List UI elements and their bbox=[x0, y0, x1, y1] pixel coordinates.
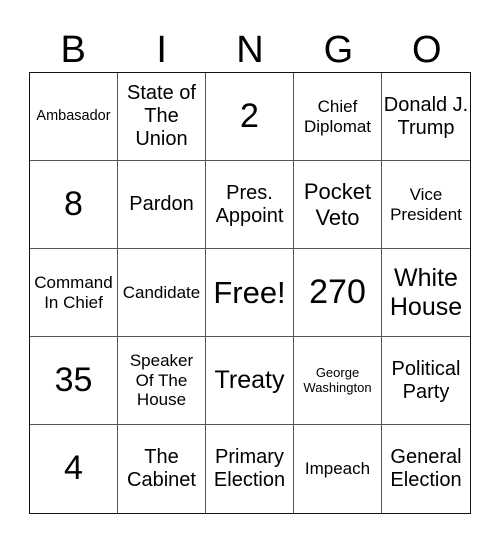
bingo-cell[interactable]: Vice President bbox=[382, 161, 470, 249]
bingo-cell[interactable]: Pres. Appoint bbox=[206, 161, 294, 249]
bingo-header: B I N G O bbox=[29, 28, 471, 72]
bingo-cell[interactable]: Treaty bbox=[206, 337, 294, 425]
bingo-cell[interactable]: 8 bbox=[30, 161, 118, 249]
bingo-cell[interactable]: Candidate bbox=[118, 249, 206, 337]
bingo-cell[interactable]: The Cabinet bbox=[118, 425, 206, 513]
bingo-cell[interactable]: State of The Union bbox=[118, 73, 206, 161]
bingo-cell[interactable]: George Washington bbox=[294, 337, 382, 425]
bingo-cell[interactable]: General Election bbox=[382, 425, 470, 513]
bingo-board: Ambasador State of The Union 2 Chief Dip… bbox=[29, 72, 471, 514]
bingo-cell[interactable]: White House bbox=[382, 249, 470, 337]
bingo-cell[interactable]: 2 bbox=[206, 73, 294, 161]
bingo-cell[interactable]: 35 bbox=[30, 337, 118, 425]
bingo-cell[interactable]: Chief Diplomat bbox=[294, 73, 382, 161]
bingo-cell[interactable]: Political Party bbox=[382, 337, 470, 425]
header-letter-g: G bbox=[323, 29, 354, 71]
bingo-cell[interactable]: 4 bbox=[30, 425, 118, 513]
bingo-cell[interactable]: Pardon bbox=[118, 161, 206, 249]
bingo-cell[interactable]: Impeach bbox=[294, 425, 382, 513]
bingo-cell[interactable]: 270 bbox=[294, 249, 382, 337]
free-space-cell[interactable]: Free! bbox=[206, 249, 294, 337]
bingo-cell[interactable]: Primary Election bbox=[206, 425, 294, 513]
bingo-cell[interactable]: Ambasador bbox=[30, 73, 118, 161]
header-letter-b: B bbox=[60, 29, 86, 71]
bingo-cell[interactable]: Speaker Of The House bbox=[118, 337, 206, 425]
bingo-cell[interactable]: Command In Chief bbox=[30, 249, 118, 337]
header-letter-n: N bbox=[236, 29, 264, 71]
bingo-cell[interactable]: Pocket Veto bbox=[294, 161, 382, 249]
header-letter-o: O bbox=[412, 29, 442, 71]
bingo-cell[interactable]: Donald J. Trump bbox=[382, 73, 470, 161]
header-letter-i: I bbox=[156, 29, 167, 71]
